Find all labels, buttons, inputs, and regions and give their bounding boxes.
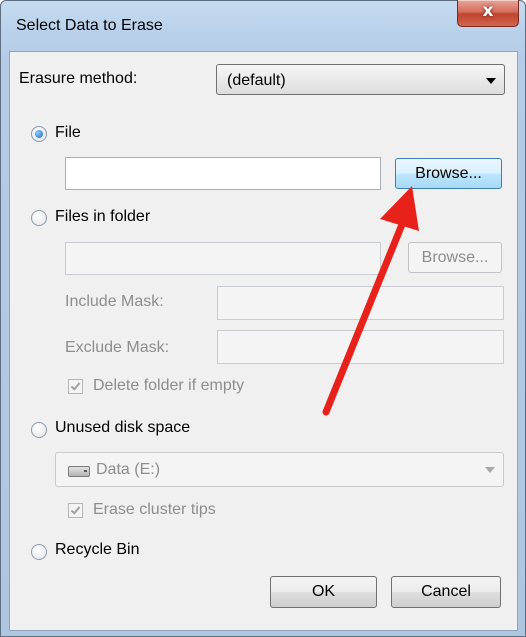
chevron-down-icon <box>486 78 496 84</box>
delete-folder-label: Delete folder if empty <box>93 377 245 394</box>
file-browse-button[interactable]: Browse... <box>395 158 502 189</box>
drive-dropdown[interactable]: Data (E:) <box>55 452 504 487</box>
unused-disk-space-radio[interactable] <box>31 422 47 438</box>
erase-cluster-tips-checkbox[interactable] <box>68 503 83 518</box>
files-in-folder-radio[interactable] <box>31 210 47 226</box>
exclude-mask-label: Exclude Mask: <box>65 339 170 356</box>
file-radio[interactable] <box>31 126 47 142</box>
erase-cluster-tips-label: Erase cluster tips <box>93 501 216 518</box>
drive-icon <box>68 466 90 477</box>
title-bar[interactable]: Select Data to Erase x <box>1 0 525 51</box>
folder-browse-button[interactable]: Browse... <box>408 242 502 273</box>
close-button[interactable]: x <box>457 0 519 27</box>
erasure-method-label: Erasure method: <box>19 70 138 87</box>
folder-path-input[interactable] <box>65 242 381 275</box>
cancel-button[interactable]: Cancel <box>391 576 501 608</box>
recycle-bin-label: Recycle Bin <box>55 541 140 558</box>
erasure-method-value: (default) <box>227 72 286 89</box>
unused-disk-space-label: Unused disk space <box>55 419 191 436</box>
drive-value: Data (E:) <box>96 461 161 478</box>
delete-folder-checkbox[interactable] <box>68 379 83 394</box>
select-data-dialog: Select Data to Erase x Erasure method: (… <box>0 0 526 637</box>
window-title: Select Data to Erase <box>16 17 163 34</box>
dialog-body: Erasure method: (default) File Browse...… <box>9 51 518 631</box>
include-mask-input[interactable] <box>217 286 504 320</box>
recycle-bin-radio[interactable] <box>31 544 47 560</box>
chevron-down-icon <box>485 467 495 473</box>
exclude-mask-input[interactable] <box>217 330 504 364</box>
include-mask-label: Include Mask: <box>65 293 164 310</box>
erasure-method-dropdown[interactable]: (default) <box>216 64 505 95</box>
close-icon: x <box>482 1 494 21</box>
ok-button[interactable]: OK <box>270 576 377 608</box>
file-radio-label: File <box>55 124 81 141</box>
files-in-folder-label: Files in folder <box>55 208 151 225</box>
file-path-input[interactable] <box>65 157 381 190</box>
